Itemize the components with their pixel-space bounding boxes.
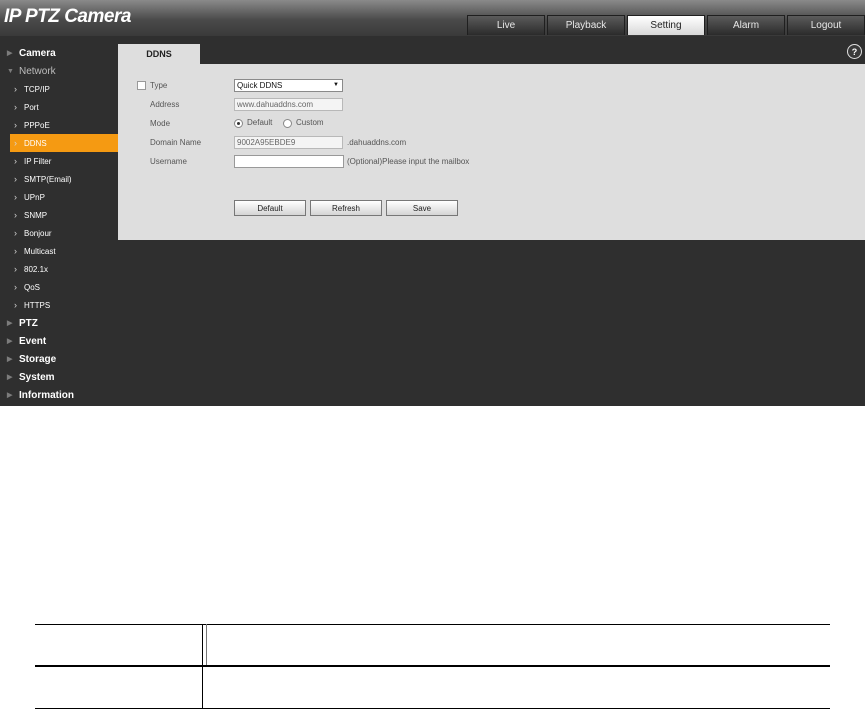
- sidebar-item-port[interactable]: › Port: [0, 98, 116, 116]
- username-hint: (Optional)Please input the mailbox: [347, 156, 470, 166]
- radio-icon: [283, 118, 292, 128]
- mode-label: Mode: [150, 118, 171, 128]
- sidebar-item-8021x[interactable]: › 802.1x: [0, 260, 116, 278]
- sidebar-item-bonjour[interactable]: › Bonjour: [0, 224, 116, 242]
- ddns-enable-checkbox[interactable]: [137, 80, 146, 90]
- ddns-content: DDNS ? Type Quick DDNS ▼ Address www.dah…: [118, 44, 865, 240]
- sidebar-item-ip-filter[interactable]: › IP Filter: [0, 152, 116, 170]
- save-button[interactable]: Save: [386, 200, 458, 216]
- triangle-right-icon: ▶: [7, 356, 13, 363]
- sidebar-item-information[interactable]: ▶ Information: [0, 386, 116, 404]
- chevron-right-icon: ›: [14, 228, 17, 238]
- chevron-right-icon: ›: [14, 246, 17, 256]
- chevron-right-icon: ›: [14, 156, 17, 166]
- tab-logout[interactable]: Logout: [787, 15, 865, 35]
- chevron-right-icon: ›: [14, 264, 17, 274]
- table-column-divider: [202, 624, 203, 709]
- triangle-right-icon: ▶: [7, 338, 13, 345]
- domain-label: Domain Name: [150, 137, 202, 147]
- refresh-button[interactable]: Refresh: [310, 200, 382, 216]
- sidebar-item-upnp[interactable]: › UPnP: [0, 188, 116, 206]
- sidebar-item-ptz[interactable]: ▶ PTZ: [0, 314, 116, 332]
- tab-ddns[interactable]: DDNS: [118, 44, 200, 64]
- triangle-right-icon: ▶: [7, 392, 13, 399]
- domain-row: Domain Name 9002A95EBDE9 .dahuaddns.com: [118, 134, 865, 150]
- sidebar-item-multicast[interactable]: › Multicast: [0, 242, 116, 260]
- tab-setting[interactable]: Setting: [627, 15, 705, 35]
- mode-row: Mode Default Custom: [118, 115, 865, 131]
- chevron-right-icon: ›: [14, 102, 17, 112]
- sidebar-item-pppoe[interactable]: › PPPoE: [0, 116, 116, 134]
- tab-live[interactable]: Live: [467, 15, 545, 35]
- ddns-type-select[interactable]: Quick DDNS ▼: [234, 78, 343, 92]
- chevron-right-icon: ›: [14, 282, 17, 292]
- triangle-right-icon: ▶: [7, 50, 13, 57]
- sidebar-item-qos[interactable]: › QoS: [0, 278, 116, 296]
- top-nav-tabs: Live Playback Setting Alarm Logout: [465, 15, 865, 36]
- chevron-right-icon: ›: [14, 174, 17, 184]
- top-bar: IP PTZ Camera Live Playback Setting Alar…: [0, 0, 865, 36]
- chevron-right-icon: ›: [14, 192, 17, 202]
- sidebar-item-event[interactable]: ▶ Event: [0, 332, 116, 350]
- table-header-divider: [206, 624, 207, 665]
- username-label: Username: [150, 156, 187, 166]
- domain-suffix: .dahuaddns.com: [347, 137, 407, 147]
- sidebar-item-smtp[interactable]: › SMTP(Email): [0, 170, 116, 188]
- sidebar-item-snmp[interactable]: › SNMP: [0, 206, 116, 224]
- tab-alarm[interactable]: Alarm: [707, 15, 785, 35]
- address-row: Address www.dahuaddns.com: [118, 96, 865, 112]
- table-header-border: [35, 665, 830, 667]
- ddns-panel: Type Quick DDNS ▼ Address www.dahuaddns.…: [118, 64, 865, 240]
- chevron-right-icon: ›: [14, 300, 17, 310]
- table-top-border: [35, 624, 830, 625]
- table-bottom-border: [35, 708, 830, 709]
- triangle-right-icon: ▶: [7, 320, 13, 327]
- tab-playback[interactable]: Playback: [547, 15, 625, 35]
- sidebar-item-storage[interactable]: ▶ Storage: [0, 350, 116, 368]
- triangle-right-icon: ▶: [7, 374, 13, 381]
- triangle-down-icon: ▼: [7, 67, 14, 75]
- chevron-right-icon: ›: [14, 120, 17, 130]
- app-title: IP PTZ Camera: [4, 6, 131, 27]
- sidebar-item-network[interactable]: ▼ Network: [0, 62, 116, 80]
- sidebar-item-camera[interactable]: ▶ Camera: [0, 44, 116, 62]
- sidebar-item-tcpip[interactable]: › TCP/IP: [0, 80, 116, 98]
- settings-sidebar: ▶ Camera ▼ Network › TCP/IP › Port › PPPoE …: [0, 44, 118, 404]
- domain-field[interactable]: 9002A95EBDE9: [234, 135, 343, 149]
- address-label: Address: [150, 99, 180, 109]
- default-button[interactable]: Default: [234, 200, 306, 216]
- sidebar-item-https[interactable]: › HTTPS: [0, 296, 116, 314]
- type-label: Type: [150, 80, 168, 90]
- mode-custom-option[interactable]: Custom: [283, 118, 324, 128]
- sidebar-item-system[interactable]: ▶ System: [0, 368, 116, 386]
- help-icon[interactable]: ?: [847, 44, 862, 59]
- sidebar-item-ddns[interactable]: › DDNS: [10, 134, 118, 152]
- address-field[interactable]: www.dahuaddns.com: [234, 97, 343, 111]
- username-row: Username (Optional)Please input the mail…: [118, 153, 865, 169]
- chevron-right-icon: ›: [14, 84, 17, 94]
- username-input[interactable]: [234, 154, 344, 168]
- chevron-right-icon: ›: [14, 210, 17, 220]
- parameter-table: [35, 624, 830, 709]
- radio-selected-icon: [234, 118, 243, 128]
- type-row: Type Quick DDNS ▼: [118, 77, 865, 93]
- chevron-right-icon: ›: [14, 138, 17, 148]
- camera-web-ui: IP PTZ Camera Live Playback Setting Alar…: [0, 0, 865, 406]
- dropdown-arrow-icon: ▼: [333, 81, 339, 88]
- mode-default-option[interactable]: Default: [234, 118, 272, 128]
